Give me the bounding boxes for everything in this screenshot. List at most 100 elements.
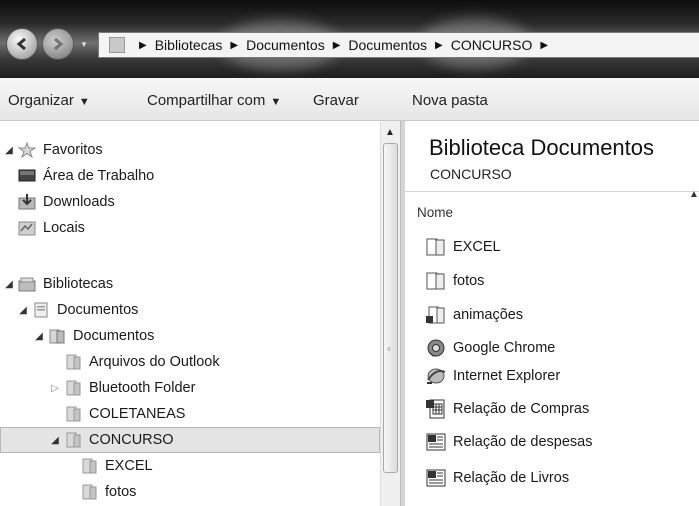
nav-area-de-trabalho[interactable]: Área de Trabalho	[18, 163, 154, 189]
breadcrumb-concurso[interactable]: CONCURSO	[451, 37, 533, 53]
file-item-relacao-de-livros[interactable]: Relação de Livros	[425, 464, 569, 492]
compartilhar-menu[interactable]: Compartilhar com ▼	[147, 92, 281, 109]
chrome-icon	[425, 338, 447, 358]
recent-places-icon	[18, 220, 36, 236]
navigation-pane: ◢ Favoritos Área de Trabalho Downloads L…	[0, 121, 401, 506]
file-item-excel[interactable]: EXCEL	[425, 233, 501, 261]
nav-label: Favoritos	[43, 142, 103, 158]
folder-icon	[425, 271, 447, 291]
scroll-up-arrow-icon[interactable]: ▲	[385, 127, 395, 138]
excel-doc-icon	[425, 399, 447, 419]
nova-pasta-button[interactable]: Nova pasta	[412, 92, 488, 109]
file-name: EXCEL	[453, 239, 501, 255]
expanded-arrow-icon[interactable]: ◢	[34, 331, 44, 342]
expanded-arrow-icon[interactable]: ◢	[4, 279, 14, 290]
organizar-menu[interactable]: Organizar ▼	[8, 92, 90, 109]
expanded-arrow-icon[interactable]: ◢	[50, 435, 60, 446]
address-bar[interactable]: ▶ Bibliotecas ▶ Documentos ▶ Documentos …	[98, 32, 699, 58]
file-item-relacao-de-compras[interactable]: Relação de Compras	[425, 395, 589, 423]
window-titlebar: ▼ ▶ Bibliotecas ▶ Documentos ▶ Documento…	[0, 0, 699, 78]
column-header-nome[interactable]: Nome	[417, 205, 453, 220]
breadcrumb-arrow-icon[interactable]: ▶	[139, 40, 147, 51]
file-item-google-chrome[interactable]: Google Chrome	[425, 334, 555, 362]
nav-label: COLETANEAS	[89, 406, 186, 422]
breadcrumb-arrow-icon[interactable]: ▶	[230, 40, 238, 51]
column-header-divider	[405, 191, 699, 192]
nav-label: fotos	[105, 484, 137, 500]
nav-label: Documentos	[57, 302, 139, 318]
media-folder-icon	[425, 305, 447, 325]
dropdown-caret-icon: ▼	[270, 96, 282, 108]
nav-bluetooth-folder[interactable]: ▷ Bluetooth Folder	[50, 375, 195, 401]
library-icon	[109, 37, 125, 53]
nav-arquivos-outlook[interactable]: Arquivos do Outlook	[64, 349, 220, 375]
nav-documentos-library[interactable]: ◢ Documentos	[18, 297, 138, 323]
breadcrumb-arrow-icon[interactable]: ▶	[333, 40, 341, 51]
nav-fotos[interactable]: fotos	[80, 479, 136, 505]
content-pane: Biblioteca Documentos CONCURSO ▲ Nome EX…	[405, 121, 699, 506]
nav-excel[interactable]: EXCEL	[80, 453, 153, 479]
nav-coletaneas[interactable]: COLETANEAS	[64, 401, 185, 427]
file-name: Google Chrome	[453, 340, 556, 356]
file-name: Relação de Livros	[453, 470, 570, 486]
expanded-arrow-icon[interactable]: ◢	[18, 305, 28, 316]
nav-label: Arquivos do Outlook	[89, 354, 220, 370]
back-arrow-icon	[16, 37, 26, 51]
nav-locais[interactable]: Locais	[18, 215, 85, 241]
dropdown-caret-icon: ▼	[78, 96, 90, 108]
nav-bibliotecas[interactable]: ◢ Bibliotecas	[4, 271, 113, 297]
scrollbar-thumb[interactable]: ≡	[383, 143, 398, 473]
file-name: animações	[453, 307, 524, 323]
file-item-relacao-de-despesas[interactable]: Relação de despesas	[425, 428, 592, 456]
nav-label: Área de Trabalho	[43, 168, 155, 184]
breadcrumb-documentos-folder[interactable]: Documentos	[348, 37, 427, 53]
back-button[interactable]	[6, 28, 38, 60]
nav-downloads[interactable]: Downloads	[18, 189, 115, 215]
history-dropdown-icon[interactable]: ▼	[80, 40, 88, 49]
organizar-label: Organizar	[8, 92, 74, 109]
forward-arrow-icon	[54, 37, 64, 51]
nav-documentos-folder[interactable]: ◢ Documentos	[34, 323, 154, 349]
nav-label: Bluetooth Folder	[89, 380, 196, 396]
compartilhar-label: Compartilhar com	[147, 92, 266, 109]
folder-icon	[80, 484, 98, 500]
nav-label: Documentos	[73, 328, 155, 344]
folder-icon	[80, 458, 98, 474]
file-name: Relação de Compras	[453, 401, 590, 417]
library-subtitle: CONCURSO	[430, 166, 512, 182]
desktop-icon	[18, 168, 36, 184]
folder-icon	[64, 406, 82, 422]
folder-icon	[425, 237, 447, 257]
folder-icon	[48, 328, 66, 344]
nav-favoritos[interactable]: ◢ Favoritos	[4, 137, 103, 163]
sort-arrow-icon[interactable]: ▲	[689, 189, 699, 200]
nav-label: CONCURSO	[89, 432, 174, 448]
nav-concurso[interactable]: ◢ CONCURSO	[50, 427, 174, 453]
file-item-animacoes[interactable]: animações	[425, 301, 523, 329]
file-item-internet-explorer[interactable]: Internet Explorer	[425, 362, 560, 390]
breadcrumb-arrow-icon[interactable]: ▶	[540, 40, 548, 51]
collapsed-arrow-icon[interactable]: ▷	[50, 383, 60, 394]
nav-label: EXCEL	[105, 458, 153, 474]
nav-label: Locais	[43, 220, 85, 236]
file-name: Internet Explorer	[453, 368, 561, 384]
folder-icon	[64, 432, 82, 448]
command-toolbar: Organizar ▼ Compartilhar com ▼ Gravar Nova…	[0, 78, 699, 121]
nav-label: Downloads	[43, 194, 115, 210]
folder-icon	[64, 380, 82, 396]
breadcrumb-documentos[interactable]: Documentos	[246, 37, 325, 53]
file-item-fotos[interactable]: fotos	[425, 267, 484, 295]
nav-label: Bibliotecas	[43, 276, 114, 292]
libraries-icon	[18, 276, 36, 292]
breadcrumb-bibliotecas[interactable]: Bibliotecas	[155, 37, 223, 53]
file-name: Relação de despesas	[453, 434, 593, 450]
gravar-button[interactable]: Gravar	[313, 92, 359, 109]
word-doc-icon	[425, 468, 447, 488]
ie-icon	[425, 366, 447, 386]
expanded-arrow-icon[interactable]: ◢	[4, 145, 14, 156]
breadcrumb-arrow-icon[interactable]: ▶	[435, 40, 443, 51]
downloads-icon	[18, 194, 36, 210]
documents-library-icon	[32, 302, 50, 318]
nav-scrollbar[interactable]: ▲ ≡	[380, 121, 401, 506]
forward-button[interactable]	[42, 28, 74, 60]
